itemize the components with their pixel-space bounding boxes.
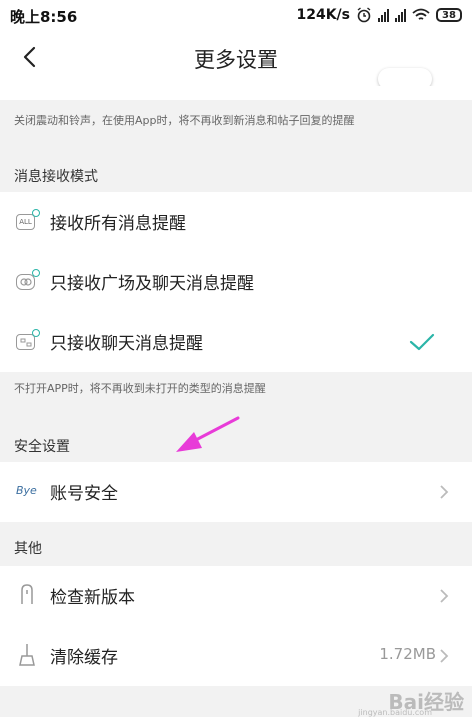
status-icons: 124K/s 38: [296, 6, 462, 24]
item-label: 检查新版本: [50, 588, 135, 608]
option-square-chat[interactable]: 只接收广场及聊天消息提醒: [0, 252, 472, 312]
receive-mode-card: ALL 接收所有消息提醒 只接收广场及聊天消息提醒 只接收聊天消息提醒: [0, 192, 472, 372]
clear-cache-item[interactable]: 清除缓存 1.72MB: [0, 626, 472, 686]
battery-icon: 38: [436, 8, 462, 22]
chat-icon: [14, 328, 40, 354]
account-security-icon: Bye: [16, 484, 37, 497]
annotation-arrow: [176, 416, 240, 452]
status-bar: 晚上8:56 124K/s 38: [0, 0, 472, 30]
mode-note: 不打开APP时，将不再收到未打开的类型的消息提醒: [14, 382, 266, 395]
signal-2-icon: [395, 8, 406, 22]
all-messages-icon: ALL: [14, 208, 40, 234]
wifi-icon: [412, 8, 430, 20]
account-security-item[interactable]: Bye 账号安全: [0, 462, 472, 522]
check-update-item[interactable]: 检查新版本: [0, 566, 472, 626]
update-icon: [21, 584, 33, 604]
broom-icon: [19, 644, 35, 666]
status-time: 晚上8:56: [10, 8, 78, 26]
alarm-icon: [357, 7, 371, 23]
cache-size: 1.72MB: [379, 645, 436, 663]
square-chat-icon: [14, 268, 40, 294]
section-receive-mode: 消息接收模式: [14, 169, 98, 185]
section-security: 安全设置: [14, 439, 70, 455]
other-card: 检查新版本 清除缓存 1.72MB: [0, 566, 472, 686]
item-label: 清除缓存: [50, 648, 118, 668]
section-other: 其他: [14, 541, 42, 557]
watermark-url: jingyan.baidu.com: [358, 708, 432, 717]
checkmark-icon: [409, 333, 435, 351]
chevron-right-icon: [440, 485, 449, 499]
network-speed: 124K/s: [296, 7, 350, 23]
vibrate-card-cover: [0, 86, 472, 100]
option-label: 只接收广场及聊天消息提醒: [50, 274, 254, 294]
item-label: 账号安全: [50, 484, 118, 504]
chevron-right-icon: [440, 649, 449, 663]
security-card: Bye 账号安全: [0, 462, 472, 522]
option-label: 只接收聊天消息提醒: [50, 334, 203, 354]
signal-1-icon: [378, 8, 389, 22]
option-chat-only[interactable]: 只接收聊天消息提醒: [0, 312, 472, 372]
option-label: 接收所有消息提醒: [50, 214, 186, 234]
chevron-right-icon: [440, 589, 449, 603]
option-all-messages[interactable]: ALL 接收所有消息提醒: [0, 192, 472, 252]
vibrate-note: 关闭震动和铃声，在使用App时，将不再收到新消息和帖子回复的提醒: [14, 114, 355, 127]
